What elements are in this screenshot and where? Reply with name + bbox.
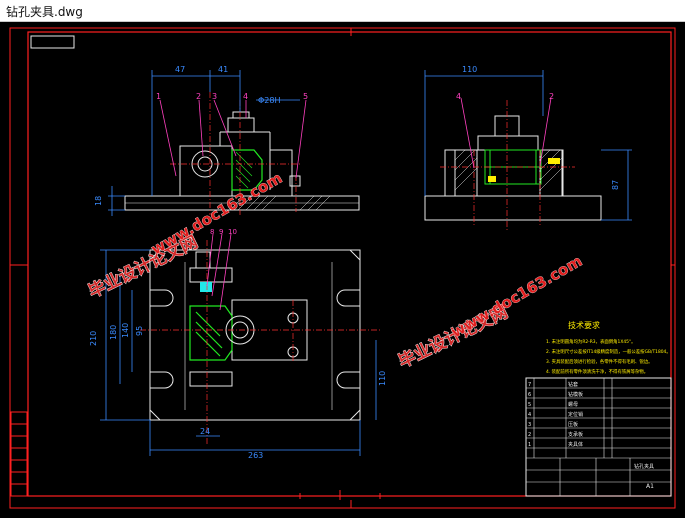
dim-140: 140: [121, 323, 130, 338]
dim-47: 47: [175, 65, 185, 74]
technical-notes: 技术要求 1. 未注明圆角均为R2-R3，表面倒角1X45°。 2. 未注明尺寸…: [546, 320, 671, 375]
tb-row-no-1: 7: [528, 382, 531, 388]
note-line-2: 2. 未注明尺寸公差按IT14级精度制造，一般公差按GB/T1804。: [546, 348, 671, 355]
tb-row-no-2: 6: [528, 392, 531, 398]
notes-title: 技术要求: [568, 320, 600, 330]
tb-drawing-name: 钻孔夹具: [634, 463, 654, 470]
watermark-url-2: www.doc163.com: [448, 252, 585, 342]
note-line-1: 1. 未注明圆角均为R2-R3，表面倒角1X45°。: [546, 338, 636, 345]
cad-canvas[interactable]: 47 41 Φ28H 18 1 2 3 4 5 110 87 4 2 210 1…: [0, 22, 685, 514]
window-title: 钻孔夹具.dwg: [6, 5, 83, 19]
drawing-svg[interactable]: 47 41 Φ28H 18 1 2 3 4 5 110 87 4 2 210 1…: [0, 22, 685, 514]
tb-row-no-6: 2: [528, 432, 531, 438]
dim-110-top: 110: [378, 371, 387, 386]
dim-hole: Φ28H: [258, 96, 281, 105]
tb-row-name-5: 压板: [568, 421, 578, 428]
tb-row-name-1: 钻套: [568, 381, 578, 388]
window-title-bar: 钻孔夹具.dwg: [0, 0, 685, 22]
balloon-10: 10: [228, 228, 237, 236]
balloon-4: 4: [243, 92, 248, 101]
balloon-side-2: 2: [549, 92, 554, 101]
tb-row-no-5: 3: [528, 422, 531, 428]
tb-row-name-2: 钻模板: [568, 391, 583, 398]
tb-sheet-size: A1: [646, 483, 654, 490]
side-view[interactable]: 110 87 4 2: [424, 65, 632, 230]
balloon-3: 3: [212, 92, 217, 101]
dim-263: 263: [248, 451, 263, 460]
tb-row-no-3: 5: [528, 402, 531, 408]
balloon-side-4: 4: [456, 92, 461, 101]
watermark-group: 毕业设计论文网 www.doc163.com 毕业设计论文网 www.doc16…: [85, 169, 586, 373]
balloon-9: 9: [219, 228, 223, 236]
dim-110-side: 110: [462, 65, 477, 74]
tb-row-name-3: 螺母: [568, 401, 578, 408]
tb-row-no-4: 4: [528, 412, 531, 418]
tb-row-name-6: 支承板: [568, 431, 583, 438]
dim-180: 180: [109, 325, 118, 340]
note-line-4: 4. 装配前所有零件须清洗干净，不得有铁屑等杂物。: [546, 368, 648, 375]
balloon-1: 1: [156, 92, 161, 101]
dim-41: 41: [218, 65, 228, 74]
dim-87: 87: [611, 180, 620, 190]
front-view[interactable]: 47 41 Φ28H 18 1 2 3 4 5: [94, 65, 360, 216]
watermark-url-1: www.doc163.com: [148, 169, 285, 259]
tb-row-no-7: 1: [528, 442, 531, 448]
dim-95: 95: [135, 326, 144, 336]
dim-18: 18: [94, 196, 103, 206]
tb-row-name-4: 定位销: [568, 411, 583, 418]
note-line-3: 3. 夹具装配后须进行检验，各零件不得有毛刺、锐边。: [546, 358, 653, 365]
balloon-8: 8: [210, 228, 214, 236]
balloon-5: 5: [303, 92, 308, 101]
dim-24: 24: [200, 427, 210, 436]
title-block[interactable]: 7 钻套 6 钻模板 5 螺母 4 定位销 3 压板 2 支承板 1 夹具体 钻…: [525, 377, 672, 497]
dim-210: 210: [89, 331, 98, 346]
balloon-2: 2: [196, 92, 201, 101]
tb-row-name-7: 夹具体: [568, 441, 583, 448]
